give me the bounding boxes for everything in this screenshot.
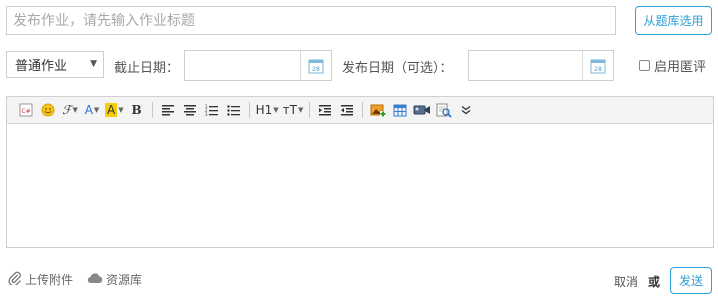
font-size-icon[interactable]: тT ▼	[281, 99, 306, 121]
unordered-list-icon[interactable]	[223, 99, 245, 121]
insert-table-icon[interactable]	[389, 99, 411, 121]
cloud-icon	[87, 272, 103, 287]
heading-icon[interactable]: H1 ▼	[254, 99, 281, 121]
font-size-label: тT	[282, 103, 297, 117]
anonymous-review-label: 启用匿评	[654, 60, 707, 75]
bold-icon[interactable]: B	[126, 99, 148, 121]
emoji-icon[interactable]	[37, 99, 59, 121]
attachment-actions: 上传附件 资源库	[8, 271, 142, 288]
anonymous-review-checkbox[interactable]	[639, 60, 650, 71]
svg-text:C#: C#	[21, 108, 30, 115]
preview-icon[interactable]	[433, 99, 455, 121]
anonymous-review-toggle[interactable]: 启用匿评	[639, 56, 706, 75]
upload-attachment-label: 上传附件	[25, 273, 74, 287]
rich-text-editor[interactable]: C# ℱ ▼ A ▼ A ▼ B 123 H1 ▼ тT ▼	[6, 96, 714, 248]
heading-label: H1	[255, 103, 273, 117]
calendar-icon[interactable]: 28	[582, 51, 613, 80]
homework-type-value: 普通作业	[15, 59, 68, 74]
homework-title-input[interactable]	[6, 6, 616, 35]
align-center-icon[interactable]	[179, 99, 201, 121]
toolbar-separator	[309, 102, 311, 118]
calendar-day-label: 28	[594, 66, 602, 73]
paperclip-icon	[8, 271, 22, 288]
calendar-icon[interactable]: 28	[300, 51, 331, 80]
html-source-icon[interactable]: C#	[15, 99, 37, 121]
deadline-date-input[interactable]: 28	[184, 50, 332, 81]
font-family-icon[interactable]: ℱ ▼	[59, 99, 81, 121]
publish-date-label: 发布日期（可选）：	[342, 61, 453, 76]
svg-text:3: 3	[205, 112, 208, 116]
resource-library-label: 资源库	[106, 273, 143, 287]
font-color-icon[interactable]: A ▼	[81, 99, 103, 121]
calendar-day-label: 28	[312, 66, 320, 73]
upload-attachment-link[interactable]: 上传附件	[8, 271, 73, 288]
chevron-down-icon: ▼	[90, 59, 97, 69]
publish-date-input[interactable]: 28	[468, 50, 614, 81]
homework-type-select[interactable]: 普通作业 ▼	[6, 51, 104, 78]
select-from-question-bank-button[interactable]: 从题库选用	[635, 6, 712, 35]
toolbar-separator	[151, 102, 153, 118]
toolbar-separator	[362, 102, 364, 118]
outdent-icon[interactable]	[336, 99, 358, 121]
ordered-list-icon[interactable]: 123	[201, 99, 223, 121]
highlight-color-icon[interactable]: A ▼	[103, 99, 126, 121]
indent-icon[interactable]	[314, 99, 336, 121]
deadline-label: 截止日期：	[114, 61, 180, 76]
align-left-icon[interactable]	[157, 99, 179, 121]
cancel-button[interactable]: 取消	[614, 273, 638, 290]
more-options-icon[interactable]	[455, 99, 477, 121]
insert-video-icon[interactable]	[411, 99, 433, 121]
resource-library-link[interactable]: 资源库	[87, 271, 142, 288]
or-label: 或	[648, 275, 661, 289]
send-button[interactable]: 发送	[670, 267, 712, 294]
insert-image-icon[interactable]	[367, 99, 389, 121]
toolbar-separator	[248, 102, 250, 118]
editor-toolbar: C# ℱ ▼ A ▼ A ▼ B 123 H1 ▼ тT ▼	[7, 97, 713, 124]
